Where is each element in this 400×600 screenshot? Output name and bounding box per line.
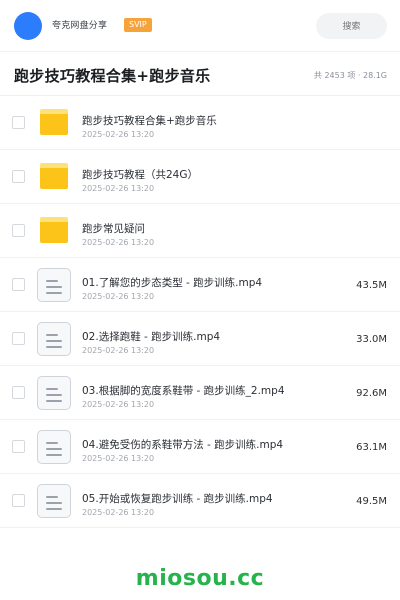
item-name: 跑步技巧教程（共24G） bbox=[82, 169, 198, 181]
file-list: 跑步技巧教程合集+跑步音乐 2025-02-26 13:20 跑步技巧教程（共2… bbox=[0, 96, 400, 528]
item-checkbox[interactable] bbox=[12, 494, 25, 507]
search-input[interactable] bbox=[316, 13, 387, 39]
user-name: 夸克网盘分享 bbox=[52, 21, 108, 31]
item-name: 03.根据脚的宽度系鞋带 - 跑步训练_2.mp4 bbox=[82, 385, 285, 397]
video-file-icon bbox=[37, 430, 71, 464]
title-bar: 跑步技巧教程合集+跑步音乐 共 2453 项 · 28.1G bbox=[0, 52, 400, 96]
item-checkbox[interactable] bbox=[12, 170, 25, 183]
video-file-icon bbox=[37, 268, 71, 302]
item-size: 92.6M bbox=[356, 388, 387, 399]
folder-icon bbox=[40, 163, 68, 189]
item-checkbox[interactable] bbox=[12, 386, 25, 399]
item-checkbox[interactable] bbox=[12, 224, 25, 237]
list-item[interactable]: 02.选择跑鞋 - 跑步训练.mp4 2025-02-26 13:20 33.0… bbox=[0, 312, 400, 366]
item-size: 49.5M bbox=[356, 496, 387, 507]
video-file-icon bbox=[37, 484, 71, 518]
list-item[interactable]: 03.根据脚的宽度系鞋带 - 跑步训练_2.mp4 2025-02-26 13:… bbox=[0, 366, 400, 420]
item-date: 2025-02-26 13:20 bbox=[82, 238, 155, 247]
item-date: 2025-02-26 13:20 bbox=[82, 130, 155, 139]
item-name: 02.选择跑鞋 - 跑步训练.mp4 bbox=[82, 331, 221, 343]
video-file-icon bbox=[37, 376, 71, 410]
item-date: 2025-02-26 13:20 bbox=[82, 184, 155, 193]
list-item[interactable]: 跑步技巧教程合集+跑步音乐 2025-02-26 13:20 bbox=[0, 96, 400, 150]
page-title: 跑步技巧教程合集+跑步音乐 bbox=[14, 67, 211, 85]
item-date: 2025-02-26 13:20 bbox=[82, 400, 155, 409]
item-date: 2025-02-26 13:20 bbox=[82, 292, 155, 301]
item-name: 01.了解您的步态类型 - 跑步训练.mp4 bbox=[82, 277, 263, 289]
list-item[interactable]: 跑步技巧教程（共24G） 2025-02-26 13:20 bbox=[0, 150, 400, 204]
top-header: 夸克网盘分享 SVIP bbox=[0, 0, 400, 52]
avatar[interactable] bbox=[14, 12, 42, 40]
item-name: 04.避免受伤的系鞋带方法 - 跑步训练.mp4 bbox=[82, 439, 284, 451]
item-size: 63.1M bbox=[356, 442, 387, 453]
video-file-icon bbox=[37, 322, 71, 356]
vip-badge: SVIP bbox=[124, 18, 152, 32]
item-size: 43.5M bbox=[356, 280, 387, 291]
item-date: 2025-02-26 13:20 bbox=[82, 454, 155, 463]
list-item[interactable]: 跑步常见疑问 2025-02-26 13:20 bbox=[0, 204, 400, 258]
item-checkbox[interactable] bbox=[12, 440, 25, 453]
item-name: 05.开始或恢复跑步训练 - 跑步训练.mp4 bbox=[82, 493, 273, 505]
item-name: 跑步技巧教程合集+跑步音乐 bbox=[82, 115, 217, 127]
site-watermark: miosou.cc bbox=[135, 566, 265, 591]
list-item[interactable]: 04.避免受伤的系鞋带方法 - 跑步训练.mp4 2025-02-26 13:2… bbox=[0, 420, 400, 474]
item-summary: 共 2453 项 · 28.1G bbox=[313, 71, 387, 80]
folder-icon bbox=[40, 109, 68, 135]
list-item[interactable]: 05.开始或恢复跑步训练 - 跑步训练.mp4 2025-02-26 13:20… bbox=[0, 474, 400, 528]
item-checkbox[interactable] bbox=[12, 116, 25, 129]
item-name: 跑步常见疑问 bbox=[82, 223, 145, 235]
list-item[interactable]: 01.了解您的步态类型 - 跑步训练.mp4 2025-02-26 13:20 … bbox=[0, 258, 400, 312]
item-date: 2025-02-26 13:20 bbox=[82, 346, 155, 355]
item-checkbox[interactable] bbox=[12, 278, 25, 291]
item-size: 33.0M bbox=[356, 334, 387, 345]
folder-icon bbox=[40, 217, 68, 243]
item-date: 2025-02-26 13:20 bbox=[82, 508, 155, 517]
item-checkbox[interactable] bbox=[12, 332, 25, 345]
